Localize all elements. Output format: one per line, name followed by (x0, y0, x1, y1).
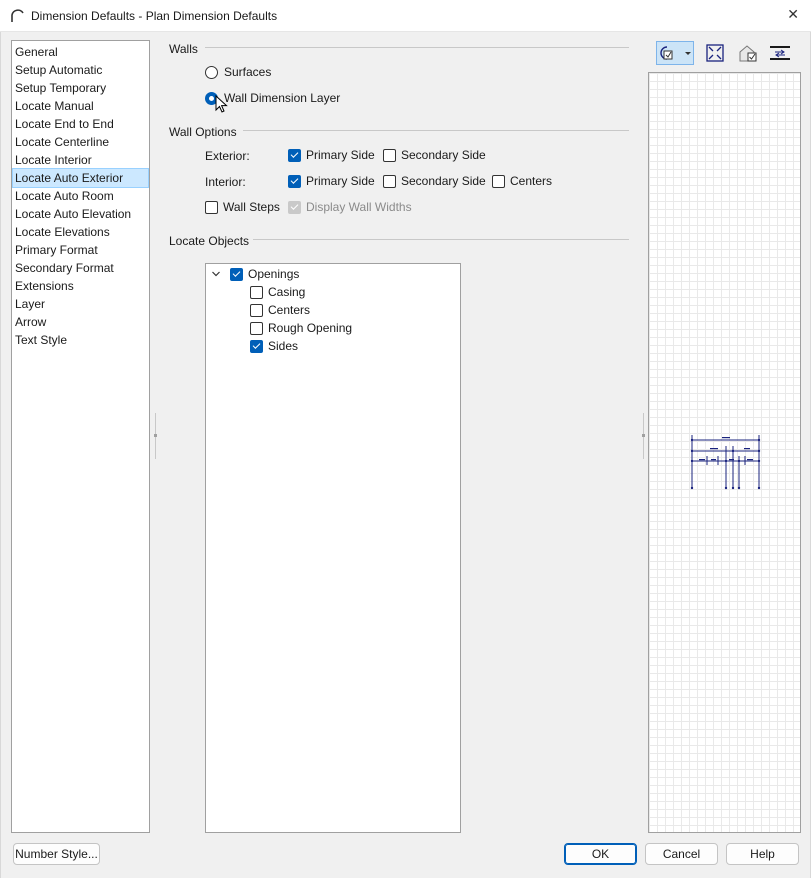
3d-house-button[interactable] (733, 41, 763, 65)
category-item[interactable]: Locate End to End (13, 115, 148, 133)
category-item[interactable]: Arrow (13, 313, 148, 331)
category-item[interactable]: Primary Format (13, 241, 148, 259)
checkbox-label: Primary Side (306, 174, 375, 188)
tree-item-openings[interactable]: Openings (230, 267, 299, 281)
title-bar: Dimension Defaults - Plan Dimension Defa… (0, 0, 811, 32)
category-item[interactable]: Locate Elevations (13, 223, 148, 241)
checkbox-box[interactable] (383, 174, 396, 188)
window-title: Dimension Defaults - Plan Dimension Defa… (31, 9, 278, 23)
wall-options-heading: Wall Options (169, 125, 237, 139)
cancel-button[interactable]: Cancel (645, 843, 718, 865)
exterior-primary-side-checkbox[interactable]: Primary Side (288, 148, 375, 162)
interior-centers-checkbox[interactable]: Centers (492, 174, 552, 188)
interior-label: Interior: (205, 175, 246, 189)
right-splitter[interactable] (642, 413, 645, 459)
category-item[interactable]: Locate Manual (13, 97, 148, 115)
category-item[interactable]: Setup Automatic (13, 61, 148, 79)
view-dropdown-icon (660, 46, 691, 60)
checkbox-label: Primary Side (306, 148, 375, 162)
category-item[interactable]: Extensions (13, 277, 148, 295)
checkbox-box[interactable] (230, 267, 243, 281)
checkbox-box[interactable] (250, 285, 263, 299)
category-item-selected[interactable]: Locate Auto Exterior (12, 168, 149, 188)
swap-icon (770, 46, 790, 60)
exterior-secondary-side-checkbox[interactable]: Secondary Side (383, 148, 486, 162)
checkbox-box[interactable] (250, 303, 263, 317)
category-item[interactable]: Locate Interior (13, 151, 148, 169)
surfaces-radio-dot[interactable] (205, 65, 218, 79)
tree-item-label: Sides (268, 339, 299, 353)
tree-item-label: Casing (268, 285, 306, 299)
mouse-cursor-icon (215, 95, 228, 113)
surfaces-label: Surfaces (224, 65, 272, 79)
tree-item-label: Centers (268, 303, 311, 317)
checkbox-label: Centers (510, 174, 553, 188)
checkbox-label: Secondary Side (401, 148, 486, 162)
checkbox-box[interactable] (250, 321, 263, 335)
checkbox-box[interactable] (288, 174, 301, 188)
checkbox-box[interactable] (250, 339, 263, 353)
category-item[interactable]: Text Style (13, 331, 148, 349)
wall-options-divider (243, 130, 629, 131)
category-list[interactable]: General Setup Automatic Setup Temporary … (11, 40, 150, 833)
left-splitter[interactable] (154, 413, 157, 459)
category-item[interactable]: Locate Centerline (13, 133, 148, 151)
category-item[interactable]: Setup Temporary (13, 79, 148, 97)
tree-item-label: Openings (248, 267, 300, 281)
wall-dimension-layer-label: Wall Dimension Layer (224, 91, 341, 105)
exterior-label: Exterior: (205, 149, 250, 163)
fit-window-button[interactable] (700, 41, 730, 65)
category-item[interactable]: Layer (13, 295, 148, 313)
help-button[interactable]: Help (726, 843, 799, 865)
tree-item-casing[interactable]: Casing (250, 285, 305, 299)
wall-steps-checkbox[interactable]: Wall Steps (205, 200, 280, 214)
checkbox-box[interactable] (288, 148, 301, 162)
display-wall-widths-checkbox: Display Wall Widths (288, 200, 412, 214)
checkbox-box (288, 200, 301, 214)
checkbox-label: Secondary Side (401, 174, 486, 188)
tree-item-rough-opening[interactable]: Rough Opening (250, 321, 352, 335)
locate-objects-heading: Locate Objects (169, 234, 250, 248)
checkbox-box[interactable] (205, 200, 218, 214)
preview-pane (648, 72, 801, 833)
checkbox-label: Display Wall Widths (306, 200, 412, 214)
category-item[interactable]: Locate Auto Elevation (13, 205, 148, 223)
number-style-button[interactable]: Number Style... (13, 843, 100, 865)
close-icon[interactable]: ✕ (787, 6, 799, 23)
locate-objects-divider (253, 239, 629, 240)
app-arc-icon (11, 9, 24, 22)
fit-window-icon (706, 44, 724, 62)
checkbox-box[interactable] (492, 174, 505, 188)
locate-objects-tree[interactable]: Openings Casing Centers Rough Opening Si… (205, 263, 461, 833)
tree-item-label: Rough Opening (268, 321, 353, 335)
tree-item-sides[interactable]: Sides (250, 339, 298, 353)
category-item[interactable]: Secondary Format (13, 259, 148, 277)
3d-house-icon (739, 45, 757, 62)
dimension-preview-drawing (690, 435, 761, 490)
category-item[interactable]: General (13, 43, 148, 61)
walls-heading: Walls (169, 42, 198, 56)
interior-secondary-side-checkbox[interactable]: Secondary Side (383, 174, 486, 188)
ok-button[interactable]: OK (564, 843, 637, 865)
swap-button[interactable] (765, 41, 795, 65)
chevron-down-icon[interactable] (212, 270, 220, 278)
interior-primary-side-checkbox[interactable]: Primary Side (288, 174, 375, 188)
view-dropdown-button[interactable] (656, 41, 694, 65)
surfaces-radio[interactable]: Surfaces (205, 65, 271, 79)
category-item[interactable]: Locate Auto Room (13, 187, 148, 205)
checkbox-box[interactable] (383, 148, 396, 162)
checkbox-label: Wall Steps (223, 200, 280, 214)
walls-divider (205, 47, 629, 48)
tree-item-centers[interactable]: Centers (250, 303, 310, 317)
